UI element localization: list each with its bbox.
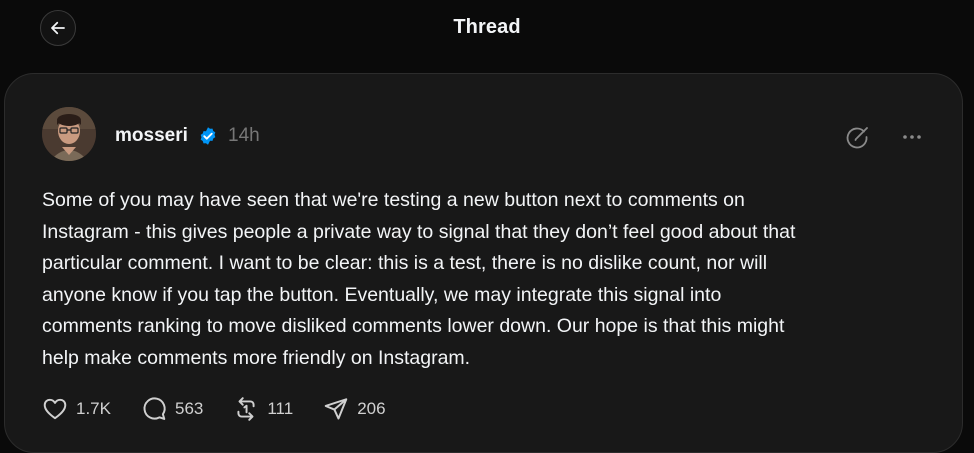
edit-button[interactable]	[844, 124, 870, 150]
comment-bubble-icon	[143, 397, 166, 420]
top-bar: Thread	[0, 0, 974, 56]
post-card: mosseri 14h Some of you may have seen th…	[4, 73, 963, 453]
heart-icon	[43, 398, 67, 420]
more-options-icon	[903, 135, 921, 139]
edit-circle-icon	[846, 127, 868, 149]
page-title: Thread	[453, 16, 521, 38]
share-button[interactable]: 206	[323, 396, 386, 422]
like-button[interactable]: 1.7K	[42, 396, 111, 422]
avatar[interactable]	[42, 107, 96, 161]
repost-icon	[237, 397, 255, 421]
share-count: 206	[357, 399, 386, 418]
like-count: 1.7K	[76, 399, 111, 418]
verified-badge-icon	[200, 127, 216, 145]
timestamp: 14h	[228, 125, 260, 146]
post-body-text: Some of you may have seen that we're tes…	[42, 189, 796, 369]
comment-count: 563	[174, 399, 204, 418]
more-options-button[interactable]	[899, 124, 925, 150]
repost-button[interactable]: 111	[233, 396, 293, 422]
comment-button[interactable]: 563	[141, 396, 203, 422]
send-icon	[324, 398, 348, 420]
repost-count: 111	[267, 399, 294, 418]
post-actions-bar: 1.7K 563 111 206	[42, 395, 416, 423]
username[interactable]: mosseri	[115, 125, 188, 147]
